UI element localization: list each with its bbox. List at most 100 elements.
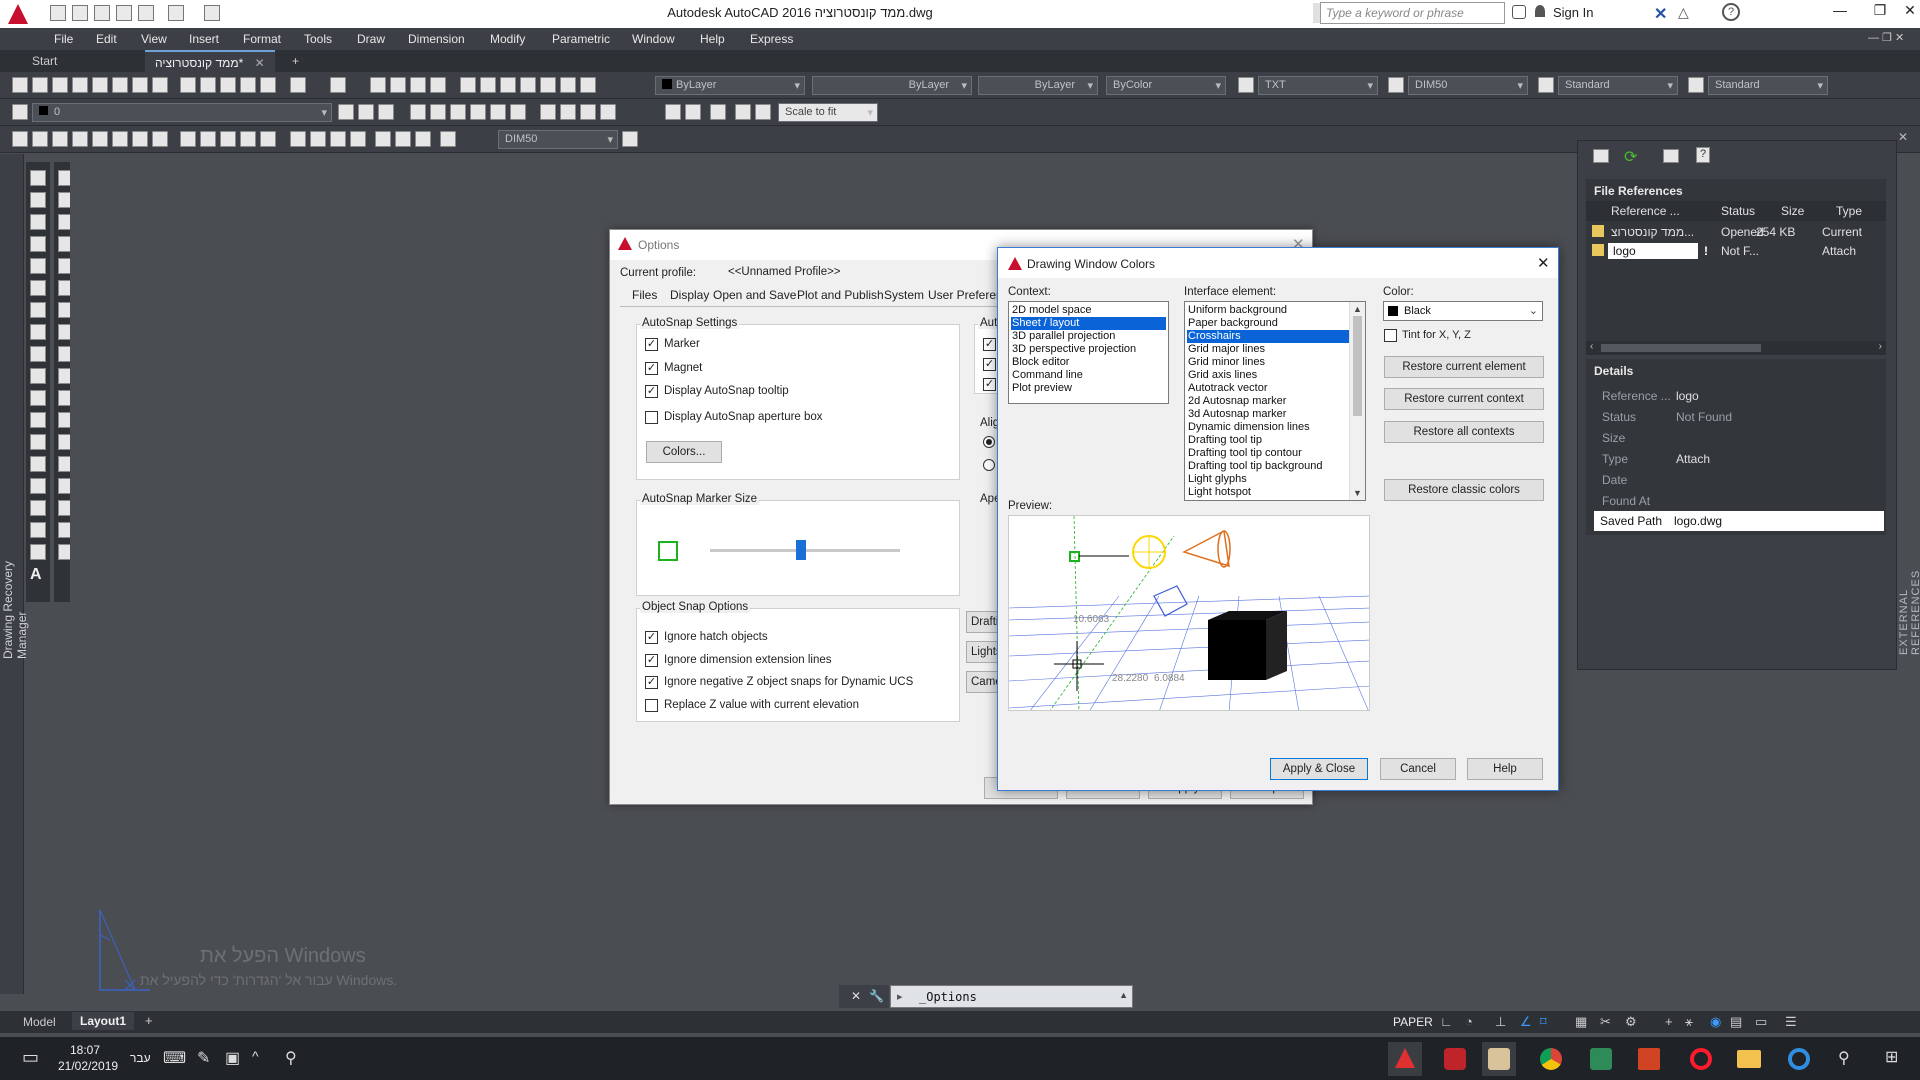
search-icon[interactable]: ⚲ [1838,1048,1850,1068]
markup-icon[interactable] [540,77,556,93]
tolerance-icon[interactable] [290,131,306,147]
new-file-icon[interactable] [50,5,66,21]
ellipse-icon[interactable] [30,368,46,384]
context-item[interactable]: 2D model space [1011,304,1093,317]
file-explorer-icon[interactable] [1732,1042,1766,1076]
autotrack-checkbox-1[interactable]: ✓ [983,338,996,351]
layer-tool-7-icon[interactable] [540,104,556,120]
layer-combo[interactable]: 0 [32,103,332,122]
alignment-radio-a[interactable] [983,436,995,448]
multiline-text-icon[interactable]: A [30,566,46,583]
interface-item[interactable]: Light hotspot [1187,486,1252,499]
dim-text-edit-icon[interactable] [395,131,411,147]
colors-button[interactable]: Colors... [646,441,722,463]
mleader-style-combo[interactable]: Standard [1708,76,1828,95]
interface-item[interactable]: 2d Autosnap marker [1187,395,1287,408]
drawing-recovery-manager-label[interactable]: Drawing Recovery Manager [1,529,29,659]
viewport-4-icon[interactable] [735,104,751,120]
angular-dim-icon[interactable] [152,131,168,147]
save-icon[interactable] [52,77,68,93]
menu-edit[interactable]: Edit [96,32,117,46]
marker-size-slider-thumb[interactable] [796,540,807,560]
tab-system[interactable]: System [884,288,924,302]
line-icon[interactable] [30,170,46,186]
action-center-icon[interactable]: ▭ [22,1047,39,1068]
ignore-hatch-checkbox[interactable]: ✓ [645,631,658,644]
layer-tool-3-icon[interactable] [450,104,466,120]
scroll-up-icon[interactable]: ▲ [1353,304,1362,314]
menu-insert[interactable]: Insert [189,32,219,46]
palette-close-icon[interactable]: ✕ [1898,130,1908,144]
exchange-icon[interactable]: ✕ [1654,4,1670,23]
region-icon[interactable] [30,522,46,538]
new-tab-plus-icon[interactable]: + [282,50,309,72]
people-icon[interactable]: ⚲ [285,1048,297,1068]
construction-line-icon[interactable] [30,192,46,208]
interface-item[interactable]: Dynamic dimension lines [1187,421,1311,434]
layer-previous-icon[interactable] [358,104,374,120]
interface-item[interactable]: Drafting tool tip [1187,434,1263,447]
command-history-icon[interactable]: ▲ [1119,990,1128,1000]
sign-in-link[interactable]: Sign In [1553,5,1593,20]
text-style-combo[interactable]: TXT [1258,76,1378,95]
interface-item[interactable]: Drafting tool tip background [1187,460,1324,473]
zoom-previous-icon[interactable] [430,77,446,93]
spline-icon[interactable] [30,346,46,362]
tab-start[interactable]: Start [22,50,68,72]
interface-item[interactable]: Autotrack vector [1187,382,1268,395]
binoculars-icon[interactable] [1512,5,1526,19]
linetype-combo[interactable]: ByLayer [812,76,972,95]
layer-tool-9-icon[interactable] [580,104,596,120]
magnet-checkbox[interactable]: ✓ [645,362,658,375]
col-status[interactable]: Status [1721,204,1755,218]
redo-icon[interactable] [330,77,346,93]
scroll-down-icon[interactable]: ▼ [1353,488,1362,498]
dim-style-icon[interactable] [1388,77,1404,93]
menu-help[interactable]: Help [700,32,725,46]
doc-window-controls[interactable]: — ❐ ✕ [1868,31,1904,44]
refresh-icon[interactable]: ⟳ [1624,147,1637,167]
units-icon[interactable]: ⚹ [1685,1014,1693,1030]
help-icon[interactable]: ? [1696,147,1710,163]
context-item[interactable]: Block editor [1011,356,1070,369]
quick-dim-icon[interactable] [180,131,196,147]
table-row[interactable]: ממד קונסטרוצ... Opened 254 KB Current [1586,223,1886,241]
scroll-thumb[interactable] [1353,316,1362,416]
scroll-left-icon[interactable]: ‹ [1590,341,1593,352]
annotation-monitor-icon[interactable]: + [1665,1014,1673,1029]
dwc-help-button[interactable]: Help [1467,758,1543,780]
table-style-icon[interactable] [1538,77,1554,93]
open-file-icon[interactable] [72,5,88,21]
col-type[interactable]: Type [1836,204,1862,218]
arc-length-icon[interactable] [52,131,68,147]
revision-cloud-icon[interactable] [30,324,46,340]
alignment-radio-s[interactable] [983,459,995,471]
saved-path-row[interactable]: Saved Path logo.dwg [1594,511,1884,531]
dim-update-icon[interactable] [415,131,431,147]
restore-classic-colors-button[interactable]: Restore classic colors [1384,479,1544,501]
video-editor-icon[interactable] [1482,1042,1516,1076]
interface-item[interactable]: Drafting tool tip contour [1187,447,1303,460]
interface-item[interactable]: Paper background [1187,317,1279,330]
close-icon[interactable]: ✕ [851,989,861,1003]
viewport-5-icon[interactable] [755,104,771,120]
sketchup-icon[interactable] [1584,1042,1618,1076]
clock-date[interactable]: 21/02/2019 [58,1059,118,1073]
quickcalc-icon[interactable] [560,77,576,93]
workspace-gear-icon[interactable]: ⚙ [1625,1014,1637,1030]
undo-icon[interactable] [168,5,184,21]
save-icon[interactable] [94,5,110,21]
properties-icon[interactable] [460,77,476,93]
paste-icon[interactable] [220,77,236,93]
3d-print-icon[interactable] [132,77,148,93]
lineweight-combo[interactable]: ByLayer [978,76,1098,95]
show-hidden-icons-icon[interactable]: ^ [252,1048,259,1064]
autocad-logo-icon[interactable] [0,0,36,28]
layer-tool-6-icon[interactable] [510,104,526,120]
diameter-dim-icon[interactable] [132,131,148,147]
linear-dim-icon[interactable] [12,131,28,147]
snap-mode-icon[interactable]: ∟ [1440,1014,1453,1029]
layer-tool-5-icon[interactable] [490,104,506,120]
interface-item[interactable]: 3d Autosnap marker [1187,408,1287,421]
insert-block-icon[interactable] [30,412,46,428]
